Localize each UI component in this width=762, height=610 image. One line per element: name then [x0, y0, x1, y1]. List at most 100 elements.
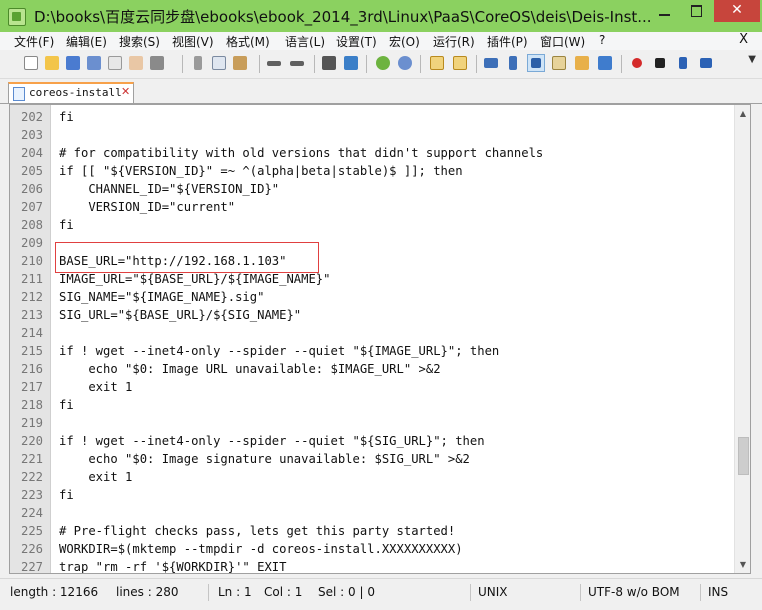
code-line[interactable]: 215 if ! wget --inet4-only --spider --qui…	[10, 342, 734, 360]
code-text: exit 1	[59, 380, 133, 394]
code-line[interactable]: 214	[10, 324, 734, 342]
line-number: 219	[20, 416, 43, 430]
line-number: 220	[20, 434, 43, 448]
scrollbar-thumb[interactable]	[738, 437, 749, 475]
close-document-button[interactable]: X	[739, 32, 748, 47]
code-text: fi	[59, 488, 74, 502]
menu-window[interactable]: 窗口(W)	[540, 33, 585, 50]
toolbar: ▼	[0, 50, 762, 79]
editor-area[interactable]: 202 fi 203 204 # for compatibility with old …	[9, 104, 751, 574]
menu-settings[interactable]: 设置(T)	[336, 33, 377, 50]
code-line[interactable]: 203	[10, 126, 734, 144]
title-bar: D:\books\百度云同步盘\ebooks\ebook_2014_3rd\Li…	[0, 0, 762, 32]
redo-icon[interactable]	[288, 54, 306, 72]
status-bar: length : 12166 lines : 280 Ln : 1 Col : …	[0, 578, 762, 610]
menu-format[interactable]: 格式(M)	[226, 33, 270, 50]
save-all-icon[interactable]	[85, 54, 103, 72]
line-number: 212	[20, 290, 43, 304]
code-line[interactable]: 207 VERSION_ID="current"	[10, 198, 734, 216]
menu-plugins[interactable]: 插件(P)	[487, 33, 528, 50]
new-file-icon[interactable]	[22, 54, 40, 72]
menu-help[interactable]: ?	[599, 33, 605, 47]
sync-horizontal-icon[interactable]	[451, 54, 469, 72]
line-number: 203	[20, 128, 43, 142]
code-line[interactable]: 206 CHANNEL_ID="${VERSION_ID}"	[10, 180, 734, 198]
save-icon[interactable]	[64, 54, 82, 72]
code-line[interactable]: 202 fi	[10, 108, 734, 126]
code-line[interactable]: 224	[10, 504, 734, 522]
code-line[interactable]: 227 trap "rm -rf '${WORKDIR}'" EXIT	[10, 558, 734, 574]
tab-label: coreos-install	[29, 86, 122, 99]
function-list-icon[interactable]	[573, 54, 591, 72]
zoom-in-icon[interactable]	[374, 54, 392, 72]
line-number: 213	[20, 308, 43, 322]
code-text: if ! wget --inet4-only --spider --quiet …	[59, 344, 500, 358]
notepad-plus-plus-app-icon[interactable]	[8, 8, 26, 26]
menu-search[interactable]: 搜索(S)	[119, 33, 160, 50]
code-text: trap "rm -rf '${WORKDIR}'" EXIT	[59, 560, 287, 574]
menu-macro[interactable]: 宏(O)	[389, 33, 420, 50]
code-line[interactable]: 223 fi	[10, 486, 734, 504]
close-window-button[interactable]: ✕	[714, 0, 760, 22]
code-line[interactable]: 220 if ! wget --inet4-only --spider --qui…	[10, 432, 734, 450]
undo-icon[interactable]	[265, 54, 283, 72]
code-line[interactable]: 205 if [[ "${VERSION_ID}" =~ ^(alpha|beta…	[10, 162, 734, 180]
close-all-icon[interactable]	[127, 54, 145, 72]
minimize-button[interactable]	[650, 0, 680, 22]
code-line[interactable]: 218 fi	[10, 396, 734, 414]
play-macro-icon[interactable]	[674, 54, 692, 72]
code-text: fi	[59, 398, 74, 412]
stop-macro-icon[interactable]	[651, 54, 669, 72]
indent-guide-icon[interactable]	[527, 54, 545, 72]
tab-close-icon[interactable]: ✕	[121, 85, 130, 98]
code-line[interactable]: 219	[10, 414, 734, 432]
menu-file[interactable]: 文件(F)	[14, 33, 54, 50]
document-map-icon[interactable]	[550, 54, 568, 72]
scroll-up-icon[interactable]: ▲	[735, 105, 750, 122]
folder-workspace-icon[interactable]	[596, 54, 614, 72]
menu-run[interactable]: 运行(R)	[433, 33, 475, 50]
code-line[interactable]: 204 # for compatibility with old versions…	[10, 144, 734, 162]
status-eol: UNIX	[478, 585, 508, 599]
status-col: Col : 1	[264, 585, 303, 599]
menu-edit[interactable]: 编辑(E)	[66, 33, 107, 50]
code-line[interactable]: 208 fi	[10, 216, 734, 234]
code-line[interactable]: 212 SIG_NAME="${IMAGE_NAME}.sig"	[10, 288, 734, 306]
word-wrap-icon[interactable]	[482, 54, 500, 72]
line-number: 221	[20, 452, 43, 466]
status-encoding: UTF-8 w/o BOM	[588, 585, 680, 599]
replace-icon[interactable]	[342, 54, 360, 72]
menu-language[interactable]: 语言(L)	[285, 33, 325, 50]
zoom-out-icon[interactable]	[396, 54, 414, 72]
code-line[interactable]: 213 SIG_URL="${BASE_URL}/${SIG_NAME}"	[10, 306, 734, 324]
find-icon[interactable]	[320, 54, 338, 72]
line-number: 222	[20, 470, 43, 484]
code-line[interactable]: 225 # Pre-flight checks pass, lets get th…	[10, 522, 734, 540]
code-text: SIG_URL="${BASE_URL}/${SIG_NAME}"	[59, 308, 302, 322]
code-line[interactable]: 217 exit 1	[10, 378, 734, 396]
menu-view[interactable]: 视图(V)	[172, 33, 214, 50]
print-icon[interactable]	[148, 54, 166, 72]
code-line[interactable]: 221 echo "$0: Image signature unavailabl…	[10, 450, 734, 468]
vertical-scrollbar[interactable]: ▲ ▼	[734, 105, 750, 573]
scroll-down-icon[interactable]: ▼	[735, 556, 750, 573]
run-macro-multiple-icon[interactable]	[697, 54, 715, 72]
code-line[interactable]: 216 echo "$0: Image URL unavailable: $IM…	[10, 360, 734, 378]
code-line[interactable]: 226 WORKDIR=$(mktemp --tmpdir -d coreos-i…	[10, 540, 734, 558]
paste-icon[interactable]	[231, 54, 249, 72]
sync-vertical-icon[interactable]	[428, 54, 446, 72]
line-number: 227	[20, 560, 43, 574]
cut-icon[interactable]	[189, 54, 207, 72]
status-ln: Ln : 1	[218, 585, 252, 599]
code-line[interactable]: 222 exit 1	[10, 468, 734, 486]
close-icon[interactable]	[106, 54, 124, 72]
code-text: WORKDIR=$(mktemp --tmpdir -d coreos-inst…	[59, 542, 463, 556]
tab-coreos-install[interactable]: coreos-install ✕	[8, 82, 134, 103]
copy-icon[interactable]	[210, 54, 228, 72]
show-all-chars-icon[interactable]	[504, 54, 522, 72]
line-number: 225	[20, 524, 43, 538]
maximize-button[interactable]	[682, 0, 712, 22]
open-file-icon[interactable]	[43, 54, 61, 72]
toolbar-overflow-icon[interactable]: ▼	[748, 54, 756, 65]
record-macro-icon[interactable]	[628, 54, 646, 72]
